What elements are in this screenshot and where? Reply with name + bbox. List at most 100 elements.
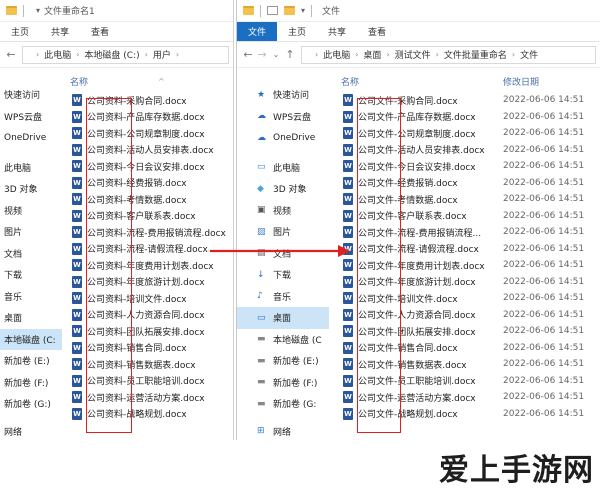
breadcrumb-item[interactable]: 桌面 [363, 48, 381, 61]
sidebar-item-onedrive[interactable]: ☁OneDrive [0, 127, 62, 149]
sidebar-item-downloads[interactable]: ↓下载 [237, 264, 329, 286]
file-row[interactable]: W 公司文件-经费报销.docx 2022-06-06 14:51 [343, 175, 600, 192]
sidebar-item-3d-objects[interactable]: ◆3D 对象 [237, 178, 329, 200]
back-arrow-icon[interactable]: ← [4, 48, 18, 61]
up-arrow-icon[interactable]: ↑ [283, 48, 297, 61]
file-row[interactable]: W 公司文件-客户联系表.docx 2022-06-06 14:51 [343, 208, 600, 225]
tab-share[interactable]: 共享 [317, 22, 357, 41]
file-row[interactable]: W 公司资料-流程-费用报销流程.docx [72, 224, 233, 241]
tab-view[interactable]: 查看 [80, 22, 120, 41]
file-row[interactable]: W 公司文件-运营活动方案.docx 2022-06-06 14:51 [343, 389, 600, 406]
tab-file[interactable]: 文件 [237, 22, 278, 41]
sidebar-item-this-pc[interactable]: ▭此电脑 [237, 157, 329, 179]
file-row[interactable]: W 公司资料-公司规章制度.docx [72, 125, 233, 142]
sidebar-item-pictures[interactable]: ▨图片 [0, 221, 62, 243]
file-row[interactable]: W 公司资料-活动人员安排表.docx [72, 142, 233, 159]
file-row[interactable]: W 公司资料-战略规划.docx [72, 406, 233, 423]
breadcrumb-item[interactable]: 文件批量重命名 [444, 48, 507, 61]
tab-home[interactable]: 主页 [0, 22, 40, 41]
sidebar-item-videos[interactable]: ▣视频 [0, 200, 62, 222]
breadcrumb-item[interactable]: 此电脑 [323, 48, 350, 61]
column-header-name[interactable]: 名称 [341, 75, 359, 88]
file-row[interactable]: W 公司资料-经费报销.docx [72, 175, 233, 192]
sidebar-item-volume-e[interactable]: ▬新加卷 (E:) [237, 350, 329, 372]
breadcrumb-item[interactable]: 测试文件 [395, 48, 431, 61]
file-row[interactable]: W 公司文件-公司规章制度.docx 2022-06-06 14:51 [343, 125, 600, 142]
column-header-name[interactable]: 名称 ^ [66, 70, 233, 92]
sidebar-item-desktop[interactable]: ▭桌面 [237, 307, 329, 329]
breadcrumb-item[interactable]: 本地磁盘 (C:) [84, 48, 139, 61]
sidebar-item-pictures[interactable]: ▨图片 [237, 221, 329, 243]
tab-view[interactable]: 查看 [357, 22, 397, 41]
file-row[interactable]: W 公司文件-产品库存数据.docx 2022-06-06 14:51 [343, 109, 600, 126]
column-header-date[interactable]: 修改日期 [503, 75, 539, 88]
sidebar-item-volume-f[interactable]: ▬新加卷 (F:) [0, 372, 62, 394]
sidebar-item-music[interactable]: ♪音乐 [237, 286, 329, 308]
file-row[interactable]: W 公司文件-活动人员安排表.docx 2022-06-06 14:51 [343, 142, 600, 159]
file-row[interactable]: W 公司文件-人力资源合同.docx 2022-06-06 14:51 [343, 307, 600, 324]
breadcrumb-item[interactable]: 此电脑 [44, 48, 71, 61]
file-row[interactable]: W 公司文件-销售数据表.docx 2022-06-06 14:51 [343, 356, 600, 373]
file-row[interactable]: W 公司资料-年度费用计划表.docx [72, 257, 233, 274]
sidebar-item-local-disk-c[interactable]: ▬ 本地磁盘 (C [237, 329, 329, 351]
file-row[interactable]: W 公司文件-考情数据.docx 2022-06-06 14:51 [343, 191, 600, 208]
file-row[interactable]: W 公司资料-人力资源合同.docx [72, 307, 233, 324]
file-row[interactable]: W 公司文件-战略规划.docx 2022-06-06 14:51 [343, 406, 600, 423]
sidebar-item-downloads[interactable]: ↓下载 [0, 264, 62, 286]
file-row[interactable]: W 公司资料-客户联系表.docx [72, 208, 233, 225]
sidebar-item-wps-cloud[interactable]: ☁WPS云盘 [237, 106, 329, 128]
sidebar-item-network[interactable]: ⊞网络 [237, 421, 329, 441]
breadcrumb-item[interactable]: 用户 [153, 48, 171, 61]
sidebar-item-wps-cloud[interactable]: ☁WPS云盘 [0, 106, 62, 128]
address-bar[interactable]: › 此电脑 › 桌面 › 测试文件 › 文件批量重命名 › 文件 [301, 45, 596, 64]
file-row[interactable]: W 公司资料-团队拓展安排.docx [72, 323, 233, 340]
tab-share[interactable]: 共享 [40, 22, 80, 41]
file-row[interactable]: W 公司文件-采购合同.docx 2022-06-06 14:51 [343, 92, 600, 109]
breadcrumb-item[interactable]: 文件 [520, 48, 538, 61]
file-row[interactable]: W 公司资料-考情数据.docx [72, 191, 233, 208]
file-row[interactable]: W 公司资料-采购合同.docx [72, 92, 233, 109]
forward-arrow-icon[interactable]: → [255, 48, 269, 61]
sidebar-item-quick-access[interactable]: ★快速访问 [0, 84, 62, 106]
file-row[interactable]: W 公司资料-产品库存数据.docx [72, 109, 233, 126]
tab-home[interactable]: 主页 [277, 22, 317, 41]
file-row[interactable]: W 公司文件-流程-请假流程.docx 2022-06-06 14:51 [343, 241, 600, 258]
address-bar[interactable]: › 此电脑 › 本地磁盘 (C:) › 用户 › [22, 45, 229, 64]
file-row[interactable]: W 公司文件-培训文件.docx 2022-06-06 14:51 [343, 290, 600, 307]
quick-access-dropdown-icon[interactable]: ▾ [301, 6, 305, 15]
new-folder-icon[interactable] [284, 6, 295, 15]
sidebar-item-volume-g[interactable]: ▬ 新加卷 (G: [237, 393, 329, 415]
sidebar-item-music[interactable]: ♪音乐 [0, 286, 62, 308]
sidebar-item-volume-g[interactable]: ▬新加卷 (G:) [0, 393, 62, 415]
file-row[interactable]: W 公司文件-团队拓展安排.docx 2022-06-06 14:51 [343, 323, 600, 340]
file-row[interactable]: W 公司文件-今日会议安排.docx 2022-06-06 14:51 [343, 158, 600, 175]
sidebar-item-local-disk-c[interactable]: ▬本地磁盘 (C: [0, 328, 62, 350]
file-row[interactable]: W 公司文件-员工职能培训.docx 2022-06-06 14:51 [343, 373, 600, 390]
file-row[interactable]: W 公司文件-销售合同.docx 2022-06-06 14:51 [343, 340, 600, 357]
properties-icon[interactable] [267, 6, 278, 15]
file-row[interactable]: W 公司资料-年度旅游计划.docx [72, 274, 233, 291]
recent-locations-icon[interactable]: ⌄ [269, 50, 283, 59]
sidebar-item-network[interactable]: ⊞网络 [0, 421, 62, 441]
file-row[interactable]: W 公司资料-销售数据表.docx [72, 356, 233, 373]
back-arrow-icon[interactable]: ← [241, 48, 255, 61]
sidebar-item-volume-f[interactable]: ▬新加卷 (F:) [237, 372, 329, 394]
sidebar-item-quick-access[interactable]: ★快速访问 [237, 84, 329, 106]
file-row[interactable]: W 公司资料-员工职能培训.docx [72, 373, 233, 390]
file-row[interactable]: W 公司文件-年度费用计划表.docx 2022-06-06 14:51 [343, 257, 600, 274]
sidebar-item-onedrive[interactable]: ☁OneDrive [237, 127, 329, 149]
file-row[interactable]: W 公司资料-销售合同.docx [72, 340, 233, 357]
file-row[interactable]: W 公司资料-培训文件.docx [72, 290, 233, 307]
sidebar-item-desktop[interactable]: ▭桌面 [0, 307, 62, 329]
file-row[interactable]: W 公司文件-流程-费用报销流程... 2022-06-06 14:51 [343, 224, 600, 241]
sidebar-item-videos[interactable]: ▣视频 [237, 200, 329, 222]
sidebar-item-3d-objects[interactable]: ◆3D 对象 [0, 178, 62, 200]
file-row[interactable]: W 公司资料-今日会议安排.docx [72, 158, 233, 175]
file-row[interactable]: W 公司资料-流程-请假流程.docx [72, 241, 233, 258]
quick-access-dropdown-icon[interactable]: ▾ [36, 6, 40, 15]
file-row[interactable]: W 公司资料-运营活动方案.docx [72, 389, 233, 406]
file-row[interactable]: W 公司文件-年度旅游计划.docx 2022-06-06 14:51 [343, 274, 600, 291]
sidebar-item-this-pc[interactable]: ▭此电脑 [0, 157, 62, 179]
sidebar-item-documents[interactable]: ▤文档 [0, 243, 62, 265]
sidebar-item-volume-e[interactable]: ▬新加卷 (E:) [0, 350, 62, 372]
